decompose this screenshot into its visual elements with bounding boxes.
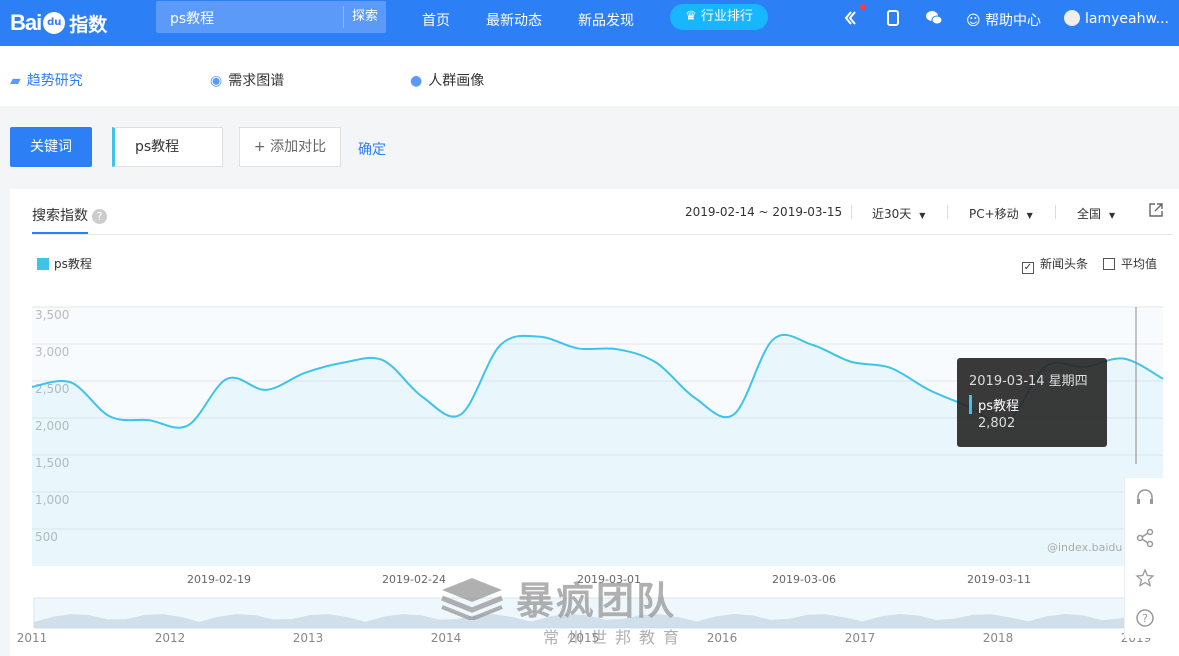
overview-year-label: 2011 xyxy=(17,631,48,645)
tab-audience-profile[interactable]: ● 人群画像 xyxy=(410,70,484,90)
rank-icon: ♛ xyxy=(685,9,697,24)
device-select[interactable]: PC+移动 ▼ xyxy=(969,205,1033,222)
floating-toolbar: ? xyxy=(1124,478,1164,638)
tooltip-date: 2019-03-14 星期四 xyxy=(969,374,1088,389)
top-search-input[interactable]: ps教程 xyxy=(170,8,214,28)
avatar xyxy=(1064,10,1080,26)
y-tick-label: 3,500 xyxy=(35,308,69,322)
divider xyxy=(947,205,948,219)
news-headline-checkbox[interactable]: ✓ 新闻头条 xyxy=(1022,255,1088,274)
logo-zhishu: 指数 xyxy=(69,13,108,36)
tooltip-series-name: ps教程 xyxy=(969,395,1095,414)
tab-demand-graph[interactable]: ◉ 需求图谱 xyxy=(210,70,284,90)
nav-home[interactable]: 首页 xyxy=(422,10,450,30)
baidu-index-logo[interactable]: Bai du 指数 xyxy=(10,6,107,40)
period-value: 近30天 xyxy=(872,207,912,221)
period-select[interactable]: 近30天 ▼ xyxy=(872,205,925,222)
tab-demand-label: 需求图谱 xyxy=(228,73,285,89)
news-headline-label: 新闻头条 xyxy=(1040,257,1089,271)
trend-chart-icon: ▰ xyxy=(10,73,21,89)
header-divider xyxy=(32,234,1173,235)
people-icon: ● xyxy=(410,73,423,89)
team-subtitle: 常州世邦教育 xyxy=(543,628,688,647)
overview-year-label: 2016 xyxy=(707,631,738,645)
wechat-icon[interactable] xyxy=(925,10,943,30)
tab-audience-label: 人群画像 xyxy=(428,73,485,89)
caret-down-icon: ▼ xyxy=(919,211,926,220)
notification-dot xyxy=(860,4,866,10)
average-label: 平均值 xyxy=(1121,257,1158,271)
top-navbar: Bai du 指数 ps教程 探索 首页 最新动态 新品发现 ♛ 行业排行 ☺ … xyxy=(0,0,1179,46)
caret-down-icon: ▼ xyxy=(1026,211,1033,220)
keyword-button[interactable]: 关键词 xyxy=(10,127,92,167)
nav-latest-news[interactable]: 最新动态 xyxy=(486,10,542,30)
help-icon: ☺ xyxy=(966,13,981,29)
search-index-tab[interactable]: 搜索指数? xyxy=(32,205,107,225)
date-range-picker[interactable]: 2019-02-14 ~ 2019-03-15 xyxy=(685,205,842,219)
y-tick-label: 3,000 xyxy=(35,345,69,359)
headset-icon[interactable] xyxy=(1134,488,1156,510)
help-question-icon[interactable]: ? xyxy=(92,209,107,224)
help-label: 帮助中心 xyxy=(985,13,1042,29)
divider xyxy=(851,205,852,219)
radar-icon: ◉ xyxy=(210,73,223,89)
keyword-input[interactable]: ps教程 xyxy=(112,127,223,167)
overview-year-label: 2013 xyxy=(293,631,324,645)
tab-trend-label: 趋势研究 xyxy=(26,73,83,89)
mobile-icon[interactable] xyxy=(886,10,900,30)
legend-swatch xyxy=(37,258,49,270)
checkbox-checked-icon: ✓ xyxy=(1022,262,1034,274)
source-watermark: @index.baidu xyxy=(1047,541,1123,554)
x-tick-label: 2019-02-24 xyxy=(382,573,446,586)
nav-new-discovery[interactable]: 新品发现 xyxy=(578,10,634,30)
caret-down-icon: ▼ xyxy=(1109,211,1116,220)
average-checkbox[interactable]: 平均值 xyxy=(1103,255,1157,272)
divider xyxy=(1055,205,1056,219)
overview-year-label: 2014 xyxy=(431,631,462,645)
region-value: 全国 xyxy=(1077,207,1102,221)
star-icon[interactable] xyxy=(1134,568,1156,590)
question-icon[interactable]: ? xyxy=(1134,608,1156,630)
device-value: PC+移动 xyxy=(969,207,1019,221)
tooltip-value: 2,802 xyxy=(978,416,1016,431)
legend-item[interactable]: ps教程 xyxy=(37,255,92,272)
chart-tooltip: 2019-03-14 星期四 ps教程 2,802 xyxy=(957,358,1107,447)
overview-year-label: 2017 xyxy=(845,631,876,645)
tab-trend-research[interactable]: ▰ 趋势研究 xyxy=(10,70,83,90)
rank-label: 行业排行 xyxy=(700,9,753,24)
share-icon[interactable] xyxy=(1134,528,1156,550)
explore-button[interactable]: 探索 xyxy=(342,6,386,28)
x-tick-label: 2019-02-19 xyxy=(187,573,251,586)
username: lamyeahw... xyxy=(1085,11,1169,27)
x-tick-label: 2019-03-06 xyxy=(772,573,836,586)
brand-icon[interactable] xyxy=(844,10,860,30)
legend-label: ps教程 xyxy=(54,257,92,271)
checkbox-unchecked-icon xyxy=(1103,258,1115,270)
x-tick-label: 2019-03-11 xyxy=(967,573,1031,586)
team-logo-icon xyxy=(441,578,503,620)
add-compare-button[interactable]: + 添加对比 xyxy=(239,127,341,167)
logo-bai: Bai xyxy=(10,10,42,35)
industry-rank-button[interactable]: ♛ 行业排行 xyxy=(670,4,768,30)
external-link-icon[interactable] xyxy=(1149,203,1163,221)
overview-year-label: 2018 xyxy=(983,631,1014,645)
svg-text:?: ? xyxy=(1142,612,1148,625)
sub-navbar: ▰ 趋势研究 ◉ 需求图谱 ● 人群画像 xyxy=(0,46,1179,106)
region-select[interactable]: 全国 ▼ xyxy=(1077,205,1115,222)
top-search: ps教程 探索 xyxy=(156,1,386,33)
confirm-link[interactable]: 确定 xyxy=(358,139,386,159)
search-index-title: 搜索指数 xyxy=(32,208,88,224)
help-center-link[interactable]: ☺ 帮助中心 xyxy=(966,10,1041,30)
team-name: 暴疯团队 xyxy=(516,579,677,623)
logo-du: du xyxy=(43,12,66,34)
user-menu[interactable]: lamyeahw... xyxy=(1064,10,1169,27)
overview-year-label: 2012 xyxy=(155,631,186,645)
